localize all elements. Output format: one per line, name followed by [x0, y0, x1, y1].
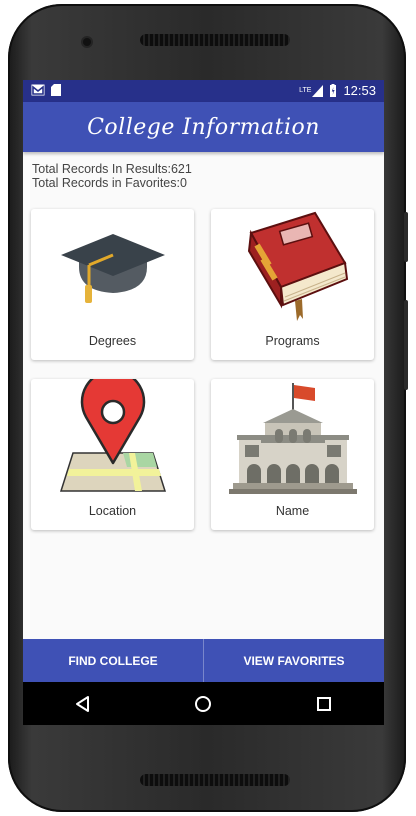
category-label-location: Location — [88, 504, 137, 518]
college-building-icon — [229, 383, 357, 494]
app-title: College Information — [87, 114, 320, 140]
find-college-button[interactable]: FIND COLLEGE — [23, 639, 203, 682]
system-navigation-bar — [23, 682, 384, 725]
category-label-programs: Programs — [265, 334, 320, 348]
total-favorites-text: Total Records in Favorites:0 — [32, 176, 187, 190]
category-card-name[interactable]: Name — [211, 379, 374, 530]
home-icon[interactable] — [194, 695, 212, 713]
graduation-cap-icon — [61, 234, 165, 303]
category-label-degrees: Degrees — [88, 334, 137, 348]
total-results-text: Total Records In Results:621 — [32, 162, 192, 176]
app-bar: College Information — [23, 102, 384, 152]
category-card-location[interactable]: Location — [31, 379, 194, 530]
totals-summary: Total Records In Results:621 Total Recor… — [32, 162, 192, 190]
network-type-label: LTE — [299, 87, 312, 94]
map-pin-icon — [59, 379, 167, 492]
clock: 12:53 — [343, 83, 376, 98]
app-screen: LTE 12:53 College Information Total Reco… — [23, 80, 384, 725]
signal-icon — [312, 84, 324, 97]
book-icon — [247, 211, 349, 321]
bottom-speaker — [140, 774, 290, 786]
back-icon[interactable] — [74, 695, 92, 713]
front-camera — [83, 38, 91, 46]
status-bar: LTE 12:53 — [23, 80, 384, 102]
gmail-notification-icon — [31, 84, 45, 96]
category-card-degrees[interactable]: Degrees — [31, 209, 194, 360]
sd-card-icon — [51, 84, 61, 96]
view-favorites-button[interactable]: VIEW FAVORITES — [204, 639, 384, 682]
top-speaker — [140, 34, 290, 46]
recents-icon[interactable] — [315, 695, 333, 713]
battery-icon — [330, 84, 337, 97]
category-label-name: Name — [275, 504, 310, 518]
power-button — [404, 212, 408, 262]
bottom-action-bar: FIND COLLEGE VIEW FAVORITES — [23, 639, 384, 682]
volume-button — [404, 300, 408, 390]
category-card-programs[interactable]: Programs — [211, 209, 374, 360]
